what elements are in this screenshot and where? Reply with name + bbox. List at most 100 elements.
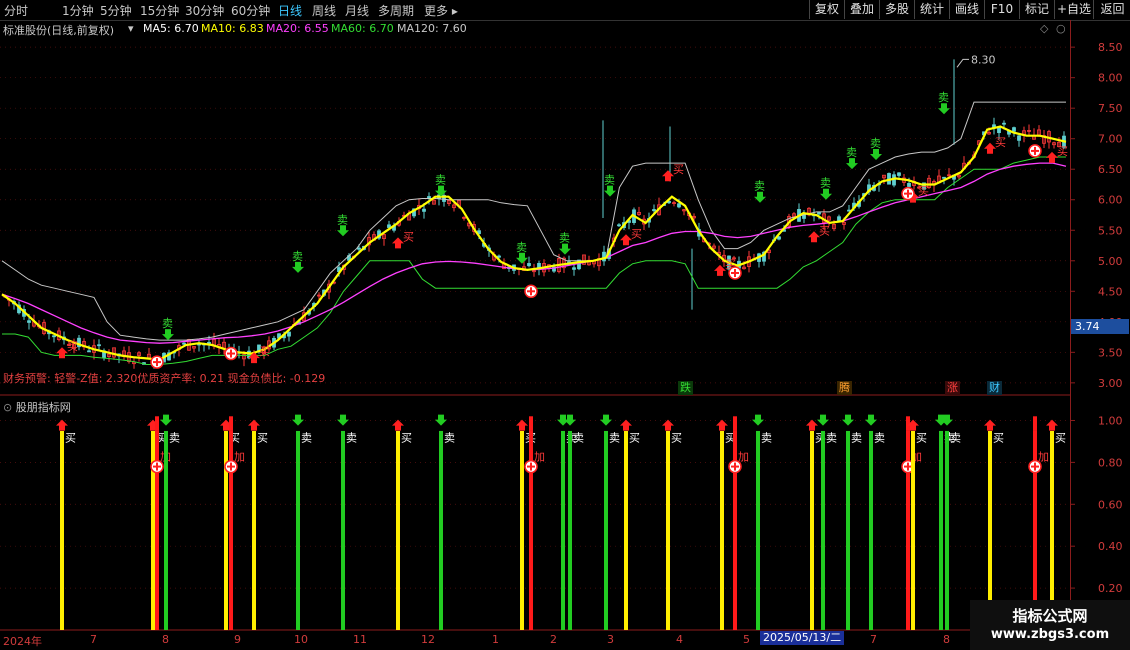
sell-arrow-icon (754, 191, 766, 203)
watermark-title: 指标公式网 (1012, 607, 1088, 625)
candle-body (422, 208, 426, 212)
x-label-2024: 2024年 (3, 635, 42, 648)
buy-label: 买 (916, 431, 927, 444)
sell-label: 卖 (851, 431, 862, 444)
candle-body (1017, 135, 1021, 141)
candle-body (572, 267, 576, 270)
sell-arrow-icon (842, 414, 854, 426)
sell-label: 卖 (169, 431, 180, 444)
buy-label: 买 (401, 431, 412, 444)
candle-body (997, 127, 1001, 134)
signal-bar (520, 430, 524, 630)
x-label-month: 11 (353, 633, 367, 646)
candle-body (497, 255, 501, 258)
sell-label: 卖 (820, 177, 831, 190)
signal-bar (60, 430, 64, 630)
sell-label: 卖 (573, 431, 584, 444)
sell-label: 卖 (559, 232, 570, 245)
signal-bar (939, 430, 943, 630)
candle-body (1012, 127, 1016, 132)
sell-arrow-icon (604, 185, 616, 197)
sell-label: 卖 (444, 431, 455, 444)
signal-bar (945, 430, 949, 630)
watermark: 指标公式网 www.zbgs3.com (970, 600, 1130, 650)
event-tag-rise[interactable]: 腾 (837, 381, 852, 395)
high-value-label: 8.30 (971, 53, 996, 66)
signal-bar (568, 430, 572, 630)
x-label-month: 8 (943, 633, 950, 646)
add-label: 加 (234, 450, 245, 463)
add-label: 加 (738, 450, 749, 463)
buy-label: 买 (257, 431, 268, 444)
watermark-url: www.zbgs3.com (990, 627, 1110, 642)
signal-bar (296, 430, 300, 630)
x-label-month: 7 (870, 633, 877, 646)
sell-arrow-icon (160, 414, 172, 426)
candle-body (87, 350, 91, 353)
signal-bar (252, 430, 256, 630)
candle-body (97, 344, 101, 347)
sell-label: 卖 (870, 137, 881, 150)
candle-body (817, 212, 821, 215)
add-label: 加 (534, 450, 545, 463)
finance-zscore: 财务预警: 轻警-Z值: 2.320 (3, 372, 138, 385)
buy-label: 买 (673, 163, 684, 176)
sell-arrow-icon (337, 414, 349, 426)
signal-bar (810, 430, 814, 630)
signal-bar-top (229, 416, 233, 431)
candle-body (1002, 122, 1006, 125)
buy-label: 买 (403, 230, 414, 243)
buy-label: 买 (259, 345, 270, 358)
sub-panel-toggle-icon[interactable]: ⊙ (3, 401, 12, 414)
buy-arrow-icon (1046, 419, 1058, 431)
sell-arrow-icon (817, 414, 829, 426)
x-label-month: 3 (607, 633, 614, 646)
kline-chart: 8.508.007.507.006.506.005.505.004.504.00… (0, 41, 1130, 631)
finance-cash: 现金负债比: -0.129 (227, 372, 326, 385)
buy-arrow-icon (716, 419, 728, 431)
sub-indicator-title: ⊙ 股朋指标网 (3, 399, 71, 415)
sell-label: 卖 (761, 431, 772, 444)
sell-arrow-icon (752, 414, 764, 426)
signal-bar (396, 430, 400, 630)
buy-label: 买 (671, 431, 682, 444)
candle-body (427, 196, 431, 199)
sell-label: 卖 (950, 431, 961, 444)
buy-label: 买 (995, 136, 1006, 149)
buy-label: 买 (65, 431, 76, 444)
candle-body (677, 203, 681, 208)
sell-label: 卖 (754, 180, 765, 193)
event-tag-finance[interactable]: 财 (987, 381, 1002, 395)
finance-quality: 优质资产率: 0.21 (137, 372, 225, 385)
sub-indicator-name: 股朋指标网 (15, 401, 71, 414)
high-marker (956, 58, 969, 68)
candle-body (897, 172, 901, 176)
buy-arrow-icon (56, 419, 68, 431)
signal-bar (341, 430, 345, 630)
sell-label: 卖 (301, 431, 312, 444)
x-label-month: 2 (550, 633, 557, 646)
signal-bar (624, 430, 628, 630)
x-label-month: 12 (421, 633, 435, 646)
x-label-month: 5 (743, 633, 750, 646)
signal-bar-top (1033, 416, 1037, 431)
sell-label: 卖 (874, 431, 885, 444)
event-tag-fall[interactable]: 跌 (678, 381, 693, 395)
x-label-month: 1 (492, 633, 499, 646)
signal-bar (561, 430, 565, 630)
buy-arrow-icon (806, 419, 818, 431)
x-label-month: 9 (234, 633, 241, 646)
sell-label: 卖 (938, 91, 949, 104)
signal-bar (439, 430, 443, 630)
signal-bar (846, 430, 850, 630)
buy-arrow-icon (516, 419, 528, 431)
event-tag-up[interactable]: 涨 (945, 381, 960, 395)
candle-body (357, 247, 361, 250)
sell-arrow-icon (559, 243, 571, 255)
sell-arrow-icon (870, 149, 882, 161)
signal-bar (720, 430, 724, 630)
buy-label: 买 (1055, 431, 1066, 444)
signal-bar (666, 430, 670, 630)
candle-body (287, 331, 291, 337)
signal-bar (911, 430, 915, 630)
